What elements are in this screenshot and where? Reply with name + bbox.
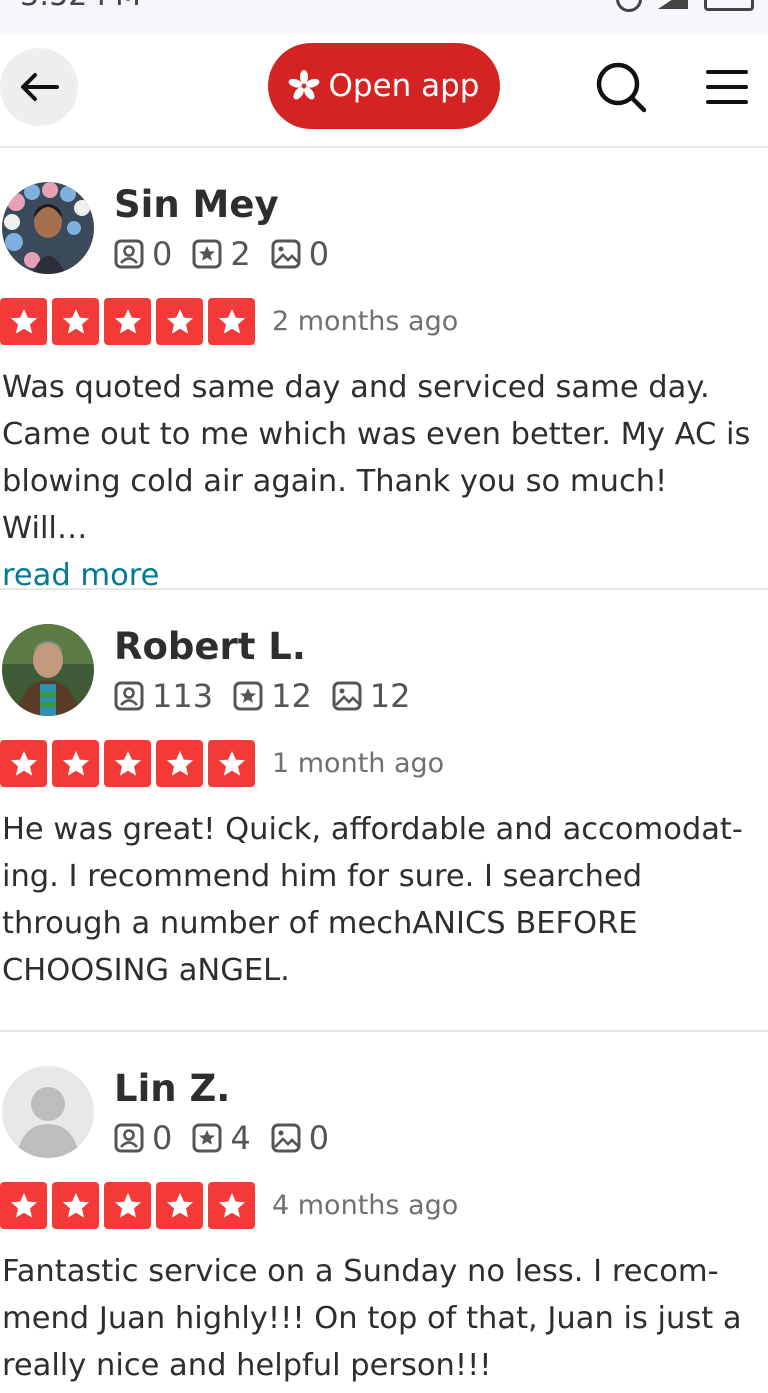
star-icon bbox=[0, 1182, 47, 1229]
user-name[interactable]: Sin Mey bbox=[114, 182, 279, 228]
arrow-left-icon bbox=[21, 73, 59, 101]
star-icon bbox=[104, 740, 151, 787]
review-body: Fantastic service on a Sunday no less. I… bbox=[2, 1254, 742, 1383]
review-star-icon bbox=[233, 681, 263, 711]
reviews-stat: 2 bbox=[192, 234, 251, 274]
menu-button[interactable] bbox=[704, 68, 750, 106]
status-bar: 3:52 PM bbox=[0, 0, 768, 34]
divider bbox=[0, 588, 768, 590]
friends-icon bbox=[114, 1123, 144, 1153]
star-rating bbox=[0, 1182, 255, 1229]
reviews-stat: 4 bbox=[192, 1118, 251, 1158]
status-time: 3:52 PM bbox=[20, 0, 141, 13]
status-icons bbox=[616, 0, 754, 12]
friends-stat: 0 bbox=[114, 1118, 172, 1158]
user-name[interactable]: Robert L. bbox=[114, 624, 306, 670]
review-body: Was quoted same day and serviced same da… bbox=[2, 370, 751, 546]
friends-count: 0 bbox=[152, 1119, 173, 1157]
user-stats: 113 12 12 bbox=[114, 676, 431, 716]
friends-count: 113 bbox=[152, 677, 214, 715]
review-body: He was great! Quick, affordable and acco… bbox=[2, 812, 743, 988]
review-text: Was quoted same day and serviced same da… bbox=[2, 364, 762, 599]
review-date: 1 month ago bbox=[272, 748, 445, 779]
review-date: 2 months ago bbox=[272, 306, 459, 337]
review-date: 4 months ago bbox=[272, 1190, 459, 1221]
friends-icon bbox=[114, 239, 144, 269]
star-icon bbox=[104, 298, 151, 345]
review-star-icon bbox=[192, 1123, 222, 1153]
top-nav: Open app bbox=[0, 34, 768, 148]
open-app-label: Open app bbox=[328, 68, 480, 104]
star-icon bbox=[156, 298, 203, 345]
friends-stat: 113 bbox=[114, 676, 213, 716]
alarm-icon bbox=[616, 0, 642, 12]
avatar[interactable] bbox=[2, 1066, 94, 1158]
signal-icon bbox=[658, 0, 688, 9]
reviews-count: 2 bbox=[230, 235, 251, 273]
hamburger-menu-icon bbox=[706, 70, 748, 104]
star-icon bbox=[208, 298, 255, 345]
open-app-button[interactable]: Open app bbox=[268, 43, 500, 129]
star-icon bbox=[156, 740, 203, 787]
star-icon bbox=[52, 298, 99, 345]
star-icon bbox=[104, 1182, 151, 1229]
yelp-burst-icon bbox=[289, 70, 320, 100]
review-card: Lin Z. 0 4 0 4 months ago Fantastic serv… bbox=[0, 1066, 768, 1393]
photos-stat: 12 bbox=[332, 676, 411, 716]
user-stats: 0 2 0 bbox=[114, 234, 349, 274]
review-text: He was great! Quick, affordable and acco… bbox=[2, 806, 762, 994]
star-icon bbox=[0, 298, 47, 345]
user-name[interactable]: Lin Z. bbox=[114, 1066, 230, 1112]
star-icon bbox=[208, 1182, 255, 1229]
review-card: Robert L. 113 12 12 1 month ago He was g… bbox=[0, 624, 768, 1024]
reviews-count: 4 bbox=[230, 1119, 251, 1157]
review-text: Fantastic service on a Sunday no less. I… bbox=[2, 1248, 762, 1389]
star-icon bbox=[156, 1182, 203, 1229]
star-icon bbox=[0, 740, 47, 787]
review-card: Sin Mey 0 2 0 2 months ago Was quoted sa… bbox=[0, 182, 768, 593]
reviews-count: 12 bbox=[271, 677, 312, 715]
photos-count: 0 bbox=[308, 235, 330, 273]
reviews-stat: 12 bbox=[233, 676, 312, 716]
battery-icon bbox=[704, 0, 754, 11]
friends-count: 0 bbox=[152, 235, 173, 273]
photos-stat: 0 bbox=[271, 234, 329, 274]
avatar[interactable] bbox=[2, 624, 94, 716]
star-icon bbox=[52, 740, 99, 787]
photo-icon bbox=[271, 1123, 301, 1153]
star-rating bbox=[0, 298, 255, 345]
review-star-icon bbox=[192, 239, 222, 269]
user-stats: 0 4 0 bbox=[114, 1118, 349, 1158]
star-icon bbox=[208, 740, 255, 787]
avatar[interactable] bbox=[2, 182, 94, 274]
default-avatar-icon bbox=[2, 1066, 94, 1158]
friends-stat: 0 bbox=[114, 234, 172, 274]
photo-icon bbox=[332, 681, 362, 711]
search-button[interactable] bbox=[594, 60, 648, 114]
back-button[interactable] bbox=[0, 48, 78, 126]
photo-icon bbox=[271, 239, 301, 269]
photos-count: 0 bbox=[308, 1119, 330, 1157]
star-icon bbox=[52, 1182, 99, 1229]
divider bbox=[0, 1030, 768, 1032]
friends-icon bbox=[114, 681, 144, 711]
search-icon bbox=[596, 62, 647, 113]
star-rating bbox=[0, 740, 255, 787]
photos-count: 12 bbox=[369, 677, 411, 715]
photos-stat: 0 bbox=[271, 1118, 329, 1158]
